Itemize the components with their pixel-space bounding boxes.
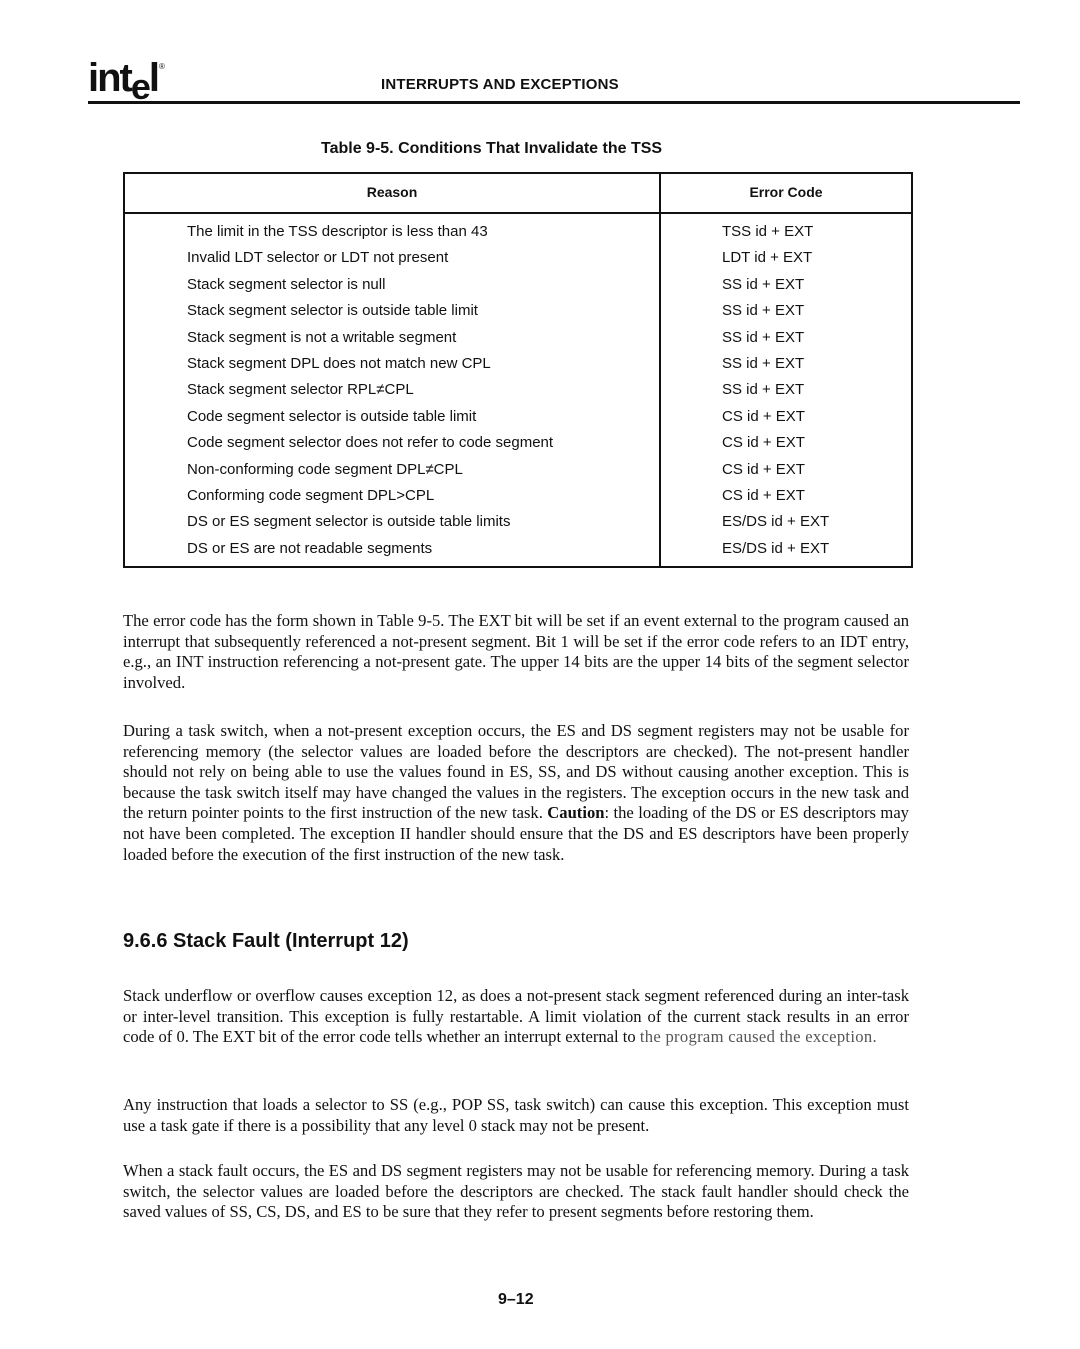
table-body: The limit in the TSS descriptor is less …: [125, 221, 911, 564]
caution-label: Caution: [547, 803, 605, 823]
intel-logo: intel®: [88, 56, 165, 107]
table-row: Conforming code segment DPL>CPL CS id + E…: [125, 485, 911, 511]
error-code-cell: CS id + EXT: [722, 434, 805, 452]
reason-cell: Stack segment selector RPL≠CPL: [187, 381, 414, 399]
reason-cell: The limit in the TSS descriptor is less …: [187, 223, 488, 240]
tss-conditions-table: Reason Error Code The limit in the TSS d…: [123, 172, 913, 568]
error-code-cell: ES/DS id + EXT: [722, 513, 830, 531]
header-rule: [88, 101, 1020, 104]
section-heading: 9.6.6 Stack Fault (Interrupt 12): [123, 930, 409, 952]
column-header-reason: Reason: [366, 184, 418, 200]
paragraph-stack-fault-handler: When a stack fault occurs, the ES and DS…: [123, 1161, 909, 1222]
paragraph-error-code-form: The error code has the form shown in Tab…: [123, 611, 909, 692]
table-row: Non-conforming code segment DPL≠CPL CS id…: [125, 459, 911, 485]
reason-cell: Code segment selector is outside table l…: [187, 407, 477, 425]
error-code-cell: SS id + EXT: [722, 328, 805, 346]
reason-cell: DS or ES are not readable segments: [187, 539, 433, 557]
reason-cell: Stack segment selector is null: [187, 275, 386, 293]
page-number: 9–12: [498, 1291, 534, 1308]
paragraph-ss-selector: Any instruction that loads a selector to…: [123, 1095, 909, 1135]
reason-cell: Stack segment is not a writable segment: [187, 328, 457, 346]
reason-cell: Conforming code segment DPL>CPL: [187, 486, 435, 504]
error-code-cell: ES/DS id + EXT: [722, 539, 830, 557]
error-code-cell: SS id + EXT: [722, 275, 805, 293]
table-row: Code segment selector is outside table l…: [125, 406, 911, 432]
error-code-cell: TSS id + EXT: [722, 223, 814, 240]
error-code-cell: CS id + EXT: [722, 460, 805, 478]
paragraph-stack-fault-intro: Stack underflow or overflow causes excep…: [123, 986, 909, 1048]
error-code-cell: CS id + EXT: [722, 407, 805, 425]
table-row: Stack segment selector is outside table …: [125, 300, 911, 326]
column-header-error-code: Error Code: [749, 184, 823, 200]
table-row: DS or ES segment selector is outside tab…: [125, 511, 911, 537]
table-row: Stack segment DPL does not match new CPL…: [125, 353, 911, 379]
table-row: The limit in the TSS descriptor is less …: [125, 221, 911, 247]
faded-text: the program caused the exception.: [639, 1027, 877, 1047]
error-code-cell: CS id + EXT: [722, 486, 805, 504]
paragraph-task-switch-not-present: During a task switch, when a not-present…: [123, 721, 909, 865]
error-code-cell: SS id + EXT: [722, 302, 805, 320]
table-title: Table 9-5. Conditions That Invalidate th…: [321, 140, 663, 157]
table-row: Invalid LDT selector or LDT not present L…: [125, 247, 911, 273]
reason-cell: Stack segment selector is outside table …: [187, 302, 478, 320]
error-code-cell: SS id + EXT: [722, 381, 805, 399]
header-divider: [125, 212, 911, 214]
table-row: Stack segment is not a writable segment S…: [125, 327, 911, 353]
reason-cell: Non-conforming code segment DPL≠CPL: [187, 460, 463, 478]
error-code-cell: LDT id + EXT: [722, 249, 813, 267]
table-row: Stack segment selector is null SS id + EX…: [125, 274, 911, 300]
reason-cell: Invalid LDT selector or LDT not present: [187, 249, 449, 267]
table-row: Stack segment selector RPL≠CPL SS id + EX…: [125, 379, 911, 405]
table-row: Code segment selector does not refer to …: [125, 432, 911, 458]
error-code-cell: SS id + EXT: [722, 354, 805, 372]
reason-cell: Code segment selector does not refer to …: [187, 434, 554, 452]
running-head: INTERRUPTS AND EXCEPTIONS: [381, 76, 619, 93]
reason-cell: Stack segment DPL does not match new CPL: [187, 354, 491, 372]
table-row: DS or ES are not readable segments ES/DS …: [125, 538, 911, 564]
reason-cell: DS or ES segment selector is outside tab…: [187, 513, 511, 531]
